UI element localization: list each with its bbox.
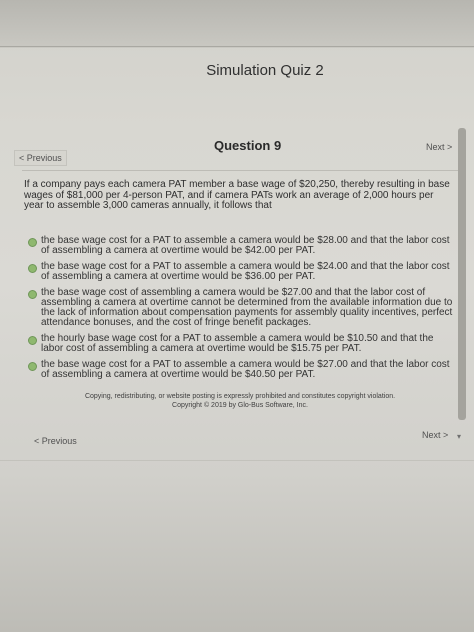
previous-button-top[interactable]: < Previous [14,150,67,166]
radio-button-icon[interactable] [28,290,37,299]
scrollbar[interactable] [458,128,466,420]
previous-button-bottom[interactable]: < Previous [34,436,77,446]
answer-option-1[interactable]: the base wage cost for a PAT to assemble… [28,236,454,256]
question-title: Question 9 [214,138,282,153]
next-button-top[interactable]: Next > [426,142,452,152]
copyright-notice: Copying, redistributing, or website post… [60,392,420,410]
radio-button-icon[interactable] [28,264,37,273]
divider [22,170,462,171]
answer-option-text: the base wage cost for a PAT to assemble… [41,359,450,380]
window-top-strip [0,0,474,48]
next-button-bottom[interactable]: Next > [422,430,448,440]
answer-option-text: the base wage cost of assembling a camer… [41,287,453,328]
answer-option-4[interactable]: the hourly base wage cost for a PAT to a… [28,334,454,354]
divider [0,46,474,47]
radio-button-icon[interactable] [28,362,37,371]
question-prompt: If a company pays each camera PAT member… [24,179,450,211]
answer-option-text: the hourly base wage cost for a PAT to a… [41,333,434,354]
chevron-down-icon[interactable]: ▾ [457,432,461,441]
radio-button-icon[interactable] [28,336,37,345]
copyright-line: Copying, redistributing, or website post… [84,393,396,400]
page-title: Simulation Quiz 2 [206,62,324,79]
answer-option-5[interactable]: the base wage cost for a PAT to assemble… [28,360,454,380]
answer-option-3[interactable]: the base wage cost of assembling a camer… [28,288,454,328]
divider [0,460,474,461]
answer-option-text: the base wage cost for a PAT to assemble… [41,235,450,256]
answer-option-text: the base wage cost for a PAT to assemble… [41,261,450,282]
radio-button-icon[interactable] [28,238,37,247]
answer-option-2[interactable]: the base wage cost for a PAT to assemble… [28,262,454,282]
copyright-line: Copyright © 2019 by Glo-Bus Software, In… [172,402,308,409]
